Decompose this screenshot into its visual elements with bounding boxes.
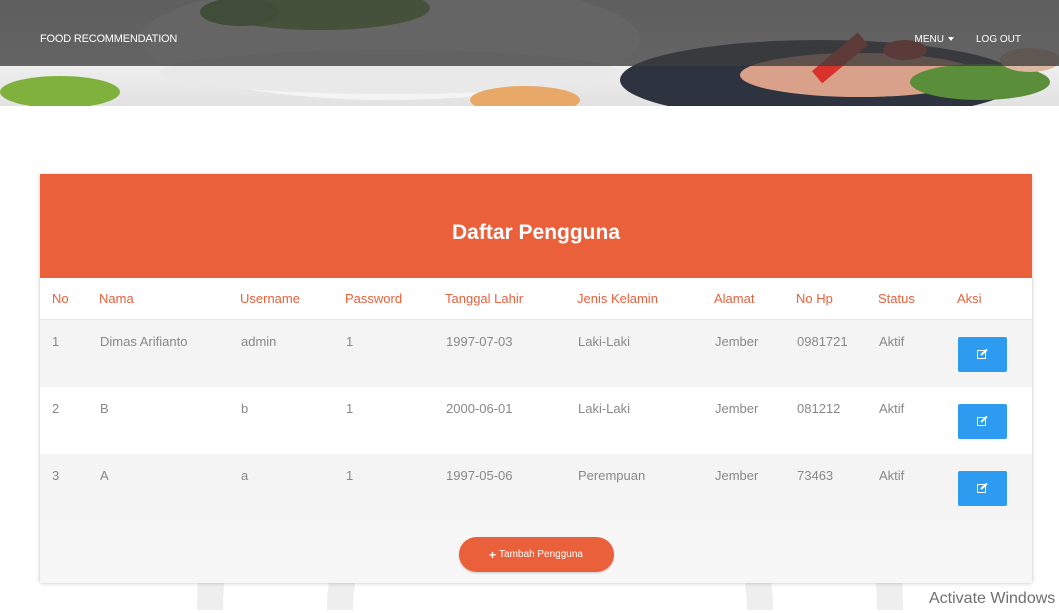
nav-right: MENU LOG OUT — [915, 34, 1021, 45]
cell-tanggal-lahir: 1997-05-06 — [445, 453, 577, 521]
column-header: No — [40, 278, 99, 320]
table-row: 2 B b 1 2000-06-01 Laki-Laki Jember 0812… — [40, 386, 1032, 454]
cell-username: admin — [240, 319, 345, 387]
menu-dropdown[interactable]: MENU — [915, 34, 954, 45]
cell-tanggal-lahir: 1997-07-03 — [445, 319, 577, 387]
cell-no: 2 — [40, 386, 99, 454]
edit-icon — [977, 482, 988, 493]
column-header: Username — [240, 278, 345, 320]
table-row: 1 Dimas Arifianto admin 1 1997-07-03 Lak… — [40, 319, 1032, 387]
menu-label: MENU — [914, 34, 944, 45]
add-user-button[interactable]: + Tambah Pengguna — [458, 537, 614, 572]
cell-username: b — [240, 386, 345, 454]
cell-jenis-kelamin: Perempuan — [577, 453, 714, 521]
column-header: Tanggal Lahir — [445, 278, 577, 320]
cell-no: 3 — [40, 453, 99, 521]
cell-no-hp: 0981721 — [796, 319, 878, 387]
cell-status: Aktif — [878, 386, 957, 454]
cell-no-hp: 73463 — [796, 453, 878, 521]
cell-no-hp: 081212 — [796, 386, 878, 454]
hero-banner: FOOD RECOMMENDATION MENU LOG OUT — [0, 0, 1059, 106]
user-list-card: Daftar Pengguna No Nama Username Passwor… — [40, 174, 1032, 583]
column-header: Password — [345, 278, 445, 320]
column-header: No Hp — [796, 278, 878, 320]
cell-status: Aktif — [878, 319, 957, 387]
cell-aksi — [957, 319, 1032, 387]
cell-nama: B — [99, 386, 240, 454]
activate-windows-overlay: Activate Windows — [929, 590, 1056, 607]
column-header: Status — [878, 278, 957, 320]
cell-no: 1 — [40, 319, 99, 387]
card-header: Daftar Pengguna — [40, 174, 1032, 278]
cell-nama: A — [99, 453, 240, 521]
cell-password: 1 — [345, 319, 445, 387]
card-footer: + Tambah Pengguna — [40, 520, 1032, 583]
column-header: Jenis Kelamin — [577, 278, 714, 320]
cell-password: 1 — [345, 453, 445, 521]
column-header: Alamat — [714, 278, 796, 320]
cell-alamat: Jember — [714, 319, 796, 387]
edit-button[interactable] — [958, 403, 1007, 439]
cell-jenis-kelamin: Laki-Laki — [577, 386, 714, 454]
edit-button[interactable] — [958, 470, 1007, 506]
column-header: Aksi — [957, 278, 1032, 320]
cell-jenis-kelamin: Laki-Laki — [577, 319, 714, 387]
card-title: Daftar Pengguna — [451, 221, 621, 244]
cell-nama: Dimas Arifianto — [99, 319, 240, 387]
cell-aksi — [957, 386, 1032, 454]
caret-down-icon — [947, 37, 954, 42]
cell-alamat: Jember — [714, 386, 796, 454]
edit-button[interactable] — [958, 337, 1007, 372]
plus-icon: + — [489, 547, 497, 562]
cell-alamat: Jember — [714, 453, 796, 521]
edit-icon — [977, 415, 988, 426]
navbar: FOOD RECOMMENDATION MENU LOG OUT — [0, 0, 1059, 66]
table-header-row: No Nama Username Password Tanggal Lahir … — [40, 278, 1032, 320]
edit-icon — [977, 349, 988, 359]
cell-username: a — [240, 453, 345, 521]
cell-aksi — [957, 453, 1032, 521]
column-header: Nama — [99, 278, 240, 320]
cell-password: 1 — [345, 386, 445, 454]
cell-tanggal-lahir: 2000-06-01 — [445, 386, 577, 454]
table-row: 3 A a 1 1997-05-06 Perempuan Jember 7346… — [40, 453, 1032, 521]
cell-status: Aktif — [878, 453, 957, 521]
users-table: No Nama Username Password Tanggal Lahir … — [40, 278, 1032, 521]
add-user-label: Tambah Pengguna — [499, 549, 583, 560]
logout-link[interactable]: LOG OUT — [976, 34, 1021, 45]
brand-link[interactable]: FOOD RECOMMENDATION — [40, 33, 177, 45]
